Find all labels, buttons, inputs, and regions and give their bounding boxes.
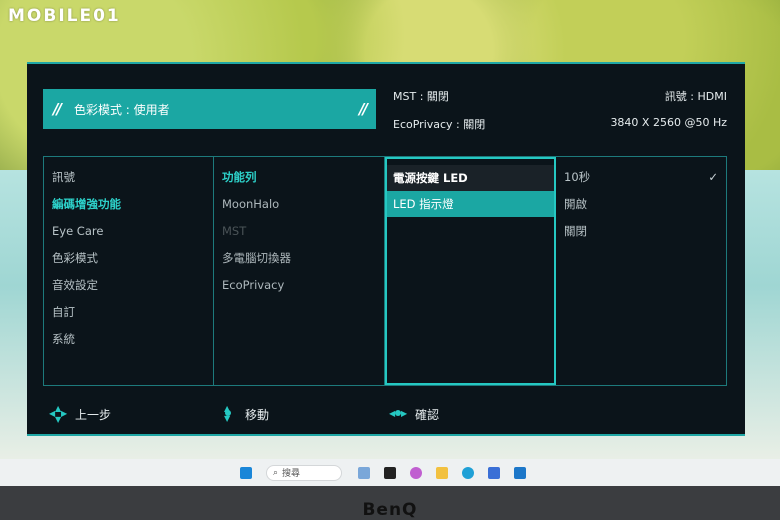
- value-off[interactable]: 關閉: [556, 222, 726, 249]
- submenu-item-mst: MST: [222, 224, 247, 238]
- value-off-label: 關閉: [564, 224, 587, 238]
- menu-item-signal[interactable]: 訊號: [44, 168, 213, 195]
- outlook-icon[interactable]: [514, 466, 526, 479]
- hint-confirm[interactable]: ◀ ▶ 確認: [389, 405, 559, 423]
- menu-item-eye-care[interactable]: Eye Care: [44, 222, 213, 249]
- widgets-icon[interactable]: [358, 466, 370, 479]
- hint-confirm-label: 確認: [415, 407, 440, 422]
- osd-footer-hints: ▲ ◀ ▶ ▼ 上一步 ▲ ▼ 移動 ◀ ▶ 確認: [49, 404, 719, 424]
- folder-icon[interactable]: [436, 466, 448, 479]
- taskbar-search-input[interactable]: ⌕ 搜尋: [266, 464, 342, 481]
- color-mode-banner: // 色彩模式 : 使用者 //: [43, 89, 376, 129]
- osd-panel: // 色彩模式 : 使用者 // MST : 關閉 EcoPrivacy : 關…: [27, 62, 745, 436]
- hint-move-label: 移動: [245, 407, 270, 422]
- copilot-icon[interactable]: [410, 466, 422, 479]
- dpad-updown-icon: ▲ ▼: [224, 404, 231, 423]
- submenu-item-kvm[interactable]: 多電腦切換器: [214, 249, 384, 276]
- value-10-seconds[interactable]: 10秒 ✓: [556, 168, 726, 195]
- mst-status: MST : 關閉: [393, 90, 449, 103]
- search-placeholder: 搜尋: [282, 469, 301, 479]
- file-explorer-icon[interactable]: [384, 466, 396, 479]
- menu-item-color-mode[interactable]: 色彩模式: [44, 249, 213, 276]
- resolution-status: 3840 X 2560 @50 Hz: [610, 116, 727, 129]
- checkmark-icon: ✓: [708, 170, 718, 184]
- submenu-item-ecoprivacy[interactable]: EcoPrivacy: [214, 276, 384, 303]
- menu-column-main: 訊號 編碼增強功能 Eye Care 色彩模式 音效設定 自訂 系統: [44, 157, 214, 385]
- option-power-key-led[interactable]: 電源按鍵 LED: [387, 165, 554, 191]
- color-mode-label: 色彩模式 : 使用者: [73, 102, 170, 117]
- brand-logo: BenQ: [362, 500, 418, 520]
- search-icon: ⌕: [273, 467, 279, 478]
- dpad-left-icon: ▲ ◀ ▶ ▼: [49, 404, 68, 424]
- ecoprivacy-status: EcoPrivacy : 關閉: [393, 118, 486, 131]
- submenu-item-function-bar[interactable]: 功能列: [214, 168, 384, 195]
- submenu-item-moonhalo[interactable]: MoonHalo: [214, 195, 384, 222]
- dpad-center-icon: ◀ ▶: [389, 409, 408, 418]
- store-icon[interactable]: [488, 466, 500, 479]
- value-on-label: 開啟: [564, 197, 587, 211]
- menu-item-custom[interactable]: 自訂: [44, 303, 213, 330]
- monitor-bezel: BenQ: [0, 486, 780, 520]
- menu-item-system[interactable]: 系統: [44, 330, 213, 357]
- hint-back-label: 上一步: [75, 407, 112, 422]
- banner-right-slash-icon: //: [359, 100, 368, 118]
- hint-back[interactable]: ▲ ◀ ▶ ▼ 上一步: [49, 404, 219, 424]
- menu-column-values: 10秒 ✓ 開啟 關閉: [556, 157, 726, 385]
- banner-left-slash-icon: //: [53, 100, 62, 118]
- value-10-seconds-label: 10秒: [564, 170, 591, 184]
- watermark-logo: MOBILE01: [8, 6, 121, 26]
- windows-start-icon[interactable]: [240, 466, 252, 479]
- osd-menu-grid: 訊號 編碼增強功能 Eye Care 色彩模式 音效設定 自訂 系統 功能列 M…: [43, 156, 727, 386]
- menu-item-audio[interactable]: 音效設定: [44, 276, 213, 303]
- menu-column-sub: 功能列 MoonHalo MST 多電腦切換器 EcoPrivacy: [214, 157, 385, 385]
- edge-icon[interactable]: [462, 466, 474, 479]
- windows-taskbar: ⌕ 搜尋: [0, 459, 780, 486]
- menu-column-options: 電源按鍵 LED LED 指示燈: [385, 157, 556, 385]
- hint-move[interactable]: ▲ ▼ 移動: [219, 405, 389, 423]
- signal-status: 訊號 : HDMI: [664, 90, 727, 103]
- menu-item-encoding-enhance[interactable]: 編碼增強功能: [44, 195, 213, 222]
- value-on[interactable]: 開啟: [556, 195, 726, 222]
- option-led-indicator[interactable]: LED 指示燈: [387, 191, 554, 217]
